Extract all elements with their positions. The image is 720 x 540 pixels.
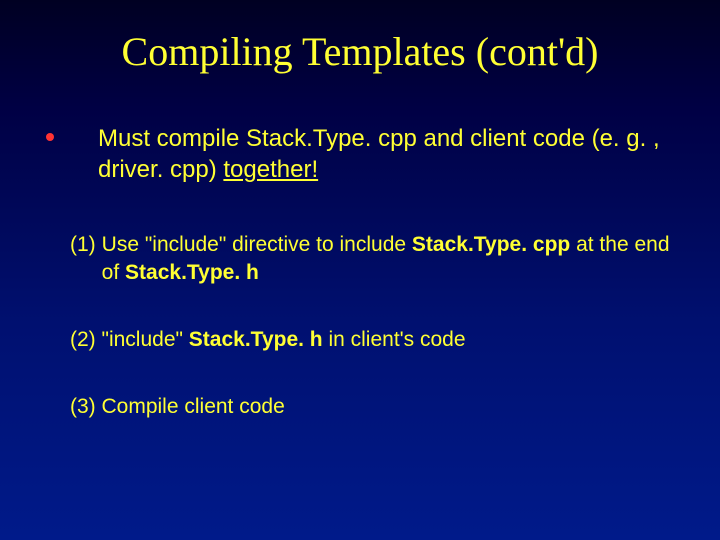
sub2-t1: (2) "include" xyxy=(70,328,189,351)
sub1-content: Use "include" directive to include Stack… xyxy=(102,231,680,286)
sub3-t1: (3) Compile client code xyxy=(70,395,285,418)
bullet-icon xyxy=(46,133,54,141)
sub1-b1: Stack.Type. cpp xyxy=(412,233,570,256)
main-bullet: Must compile Stack.Type. cpp and client … xyxy=(40,123,680,185)
slide: Compiling Templates (cont'd) Must compil… xyxy=(0,0,720,540)
main-text-pre: Must compile Stack.Type. cpp and client … xyxy=(98,125,660,183)
sub-item-3: (3) Compile client code xyxy=(70,393,680,420)
sub2-b1: Stack.Type. h xyxy=(189,328,323,351)
sub1-b2: Stack.Type. h xyxy=(125,261,259,284)
sub2-t2: in client's code xyxy=(323,328,466,351)
sub-list: (1) Use "include" directive to include S… xyxy=(70,231,680,420)
sub1-marker: (1) xyxy=(70,231,96,286)
slide-title: Compiling Templates (cont'd) xyxy=(40,28,680,75)
main-text-underline: together! xyxy=(223,156,318,183)
sub-item-1: (1) Use "include" directive to include S… xyxy=(70,231,680,286)
main-bullet-text: Must compile Stack.Type. cpp and client … xyxy=(98,123,680,185)
sub1-t1: Use "include" directive to include xyxy=(102,233,412,256)
sub-item-2: (2) "include" Stack.Type. h in client's … xyxy=(70,326,680,353)
